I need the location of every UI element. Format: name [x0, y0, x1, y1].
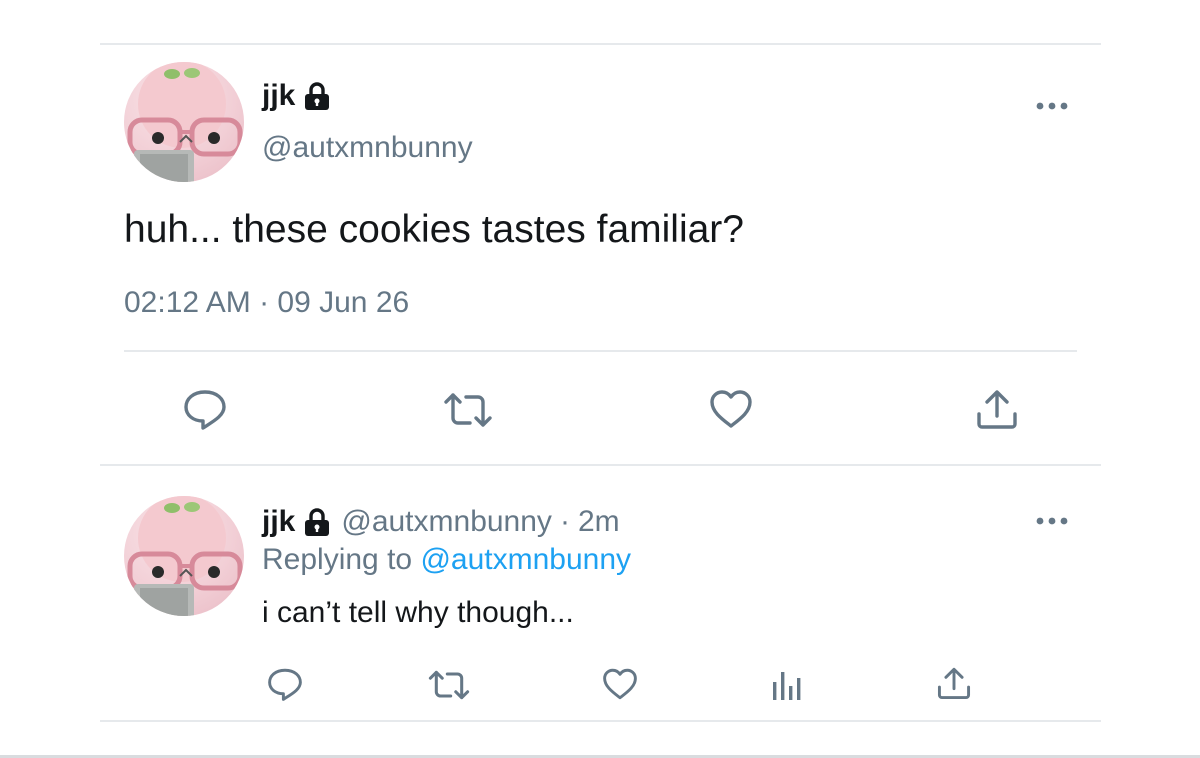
reply-header: jjk @autxmnbunny · 2m	[262, 504, 620, 540]
handle[interactable]: @autxmnbunny	[262, 130, 473, 166]
avatar-image	[127, 496, 243, 616]
display-name[interactable]: jjk	[262, 79, 295, 113]
avatar[interactable]	[124, 62, 244, 182]
time-ago[interactable]: 2m	[578, 505, 620, 539]
replying-to: Replying to @autxmnbunny	[262, 541, 631, 579]
more-options-icon[interactable]	[1036, 513, 1068, 525]
top-divider	[100, 43, 1101, 45]
retweet-icon[interactable]	[442, 390, 494, 430]
handle[interactable]: @autxmnbunny	[341, 505, 552, 539]
avatar-image	[127, 62, 243, 182]
analytics-icon[interactable]	[771, 668, 805, 700]
replying-prefix: Replying to	[262, 543, 413, 576]
replying-handle-link[interactable]: @autxmnbunny	[420, 543, 631, 576]
reply-text: i can’t tell why though...	[262, 596, 574, 629]
tweet-text: huh... these cookies tastes familiar?	[124, 208, 744, 251]
tweet-divider	[124, 350, 1077, 352]
like-icon[interactable]	[708, 388, 754, 430]
retweet-icon[interactable]	[427, 668, 471, 702]
share-icon[interactable]	[975, 388, 1019, 430]
lock-icon	[303, 507, 331, 537]
avatar[interactable]	[124, 496, 244, 616]
display-name-row: jjk	[262, 78, 331, 114]
lock-icon	[303, 81, 331, 111]
share-icon[interactable]	[936, 666, 972, 700]
separator: ·	[559, 505, 570, 538]
display-name[interactable]: jjk	[262, 505, 295, 539]
bottom-divider	[100, 720, 1101, 722]
like-icon[interactable]	[601, 667, 639, 701]
timestamp[interactable]: 02:12 AM · 09 Jun 26	[124, 284, 409, 322]
reply-icon[interactable]	[182, 388, 228, 430]
reply-icon[interactable]	[266, 667, 304, 701]
thread-divider	[100, 464, 1101, 466]
more-options-icon[interactable]	[1036, 98, 1068, 110]
